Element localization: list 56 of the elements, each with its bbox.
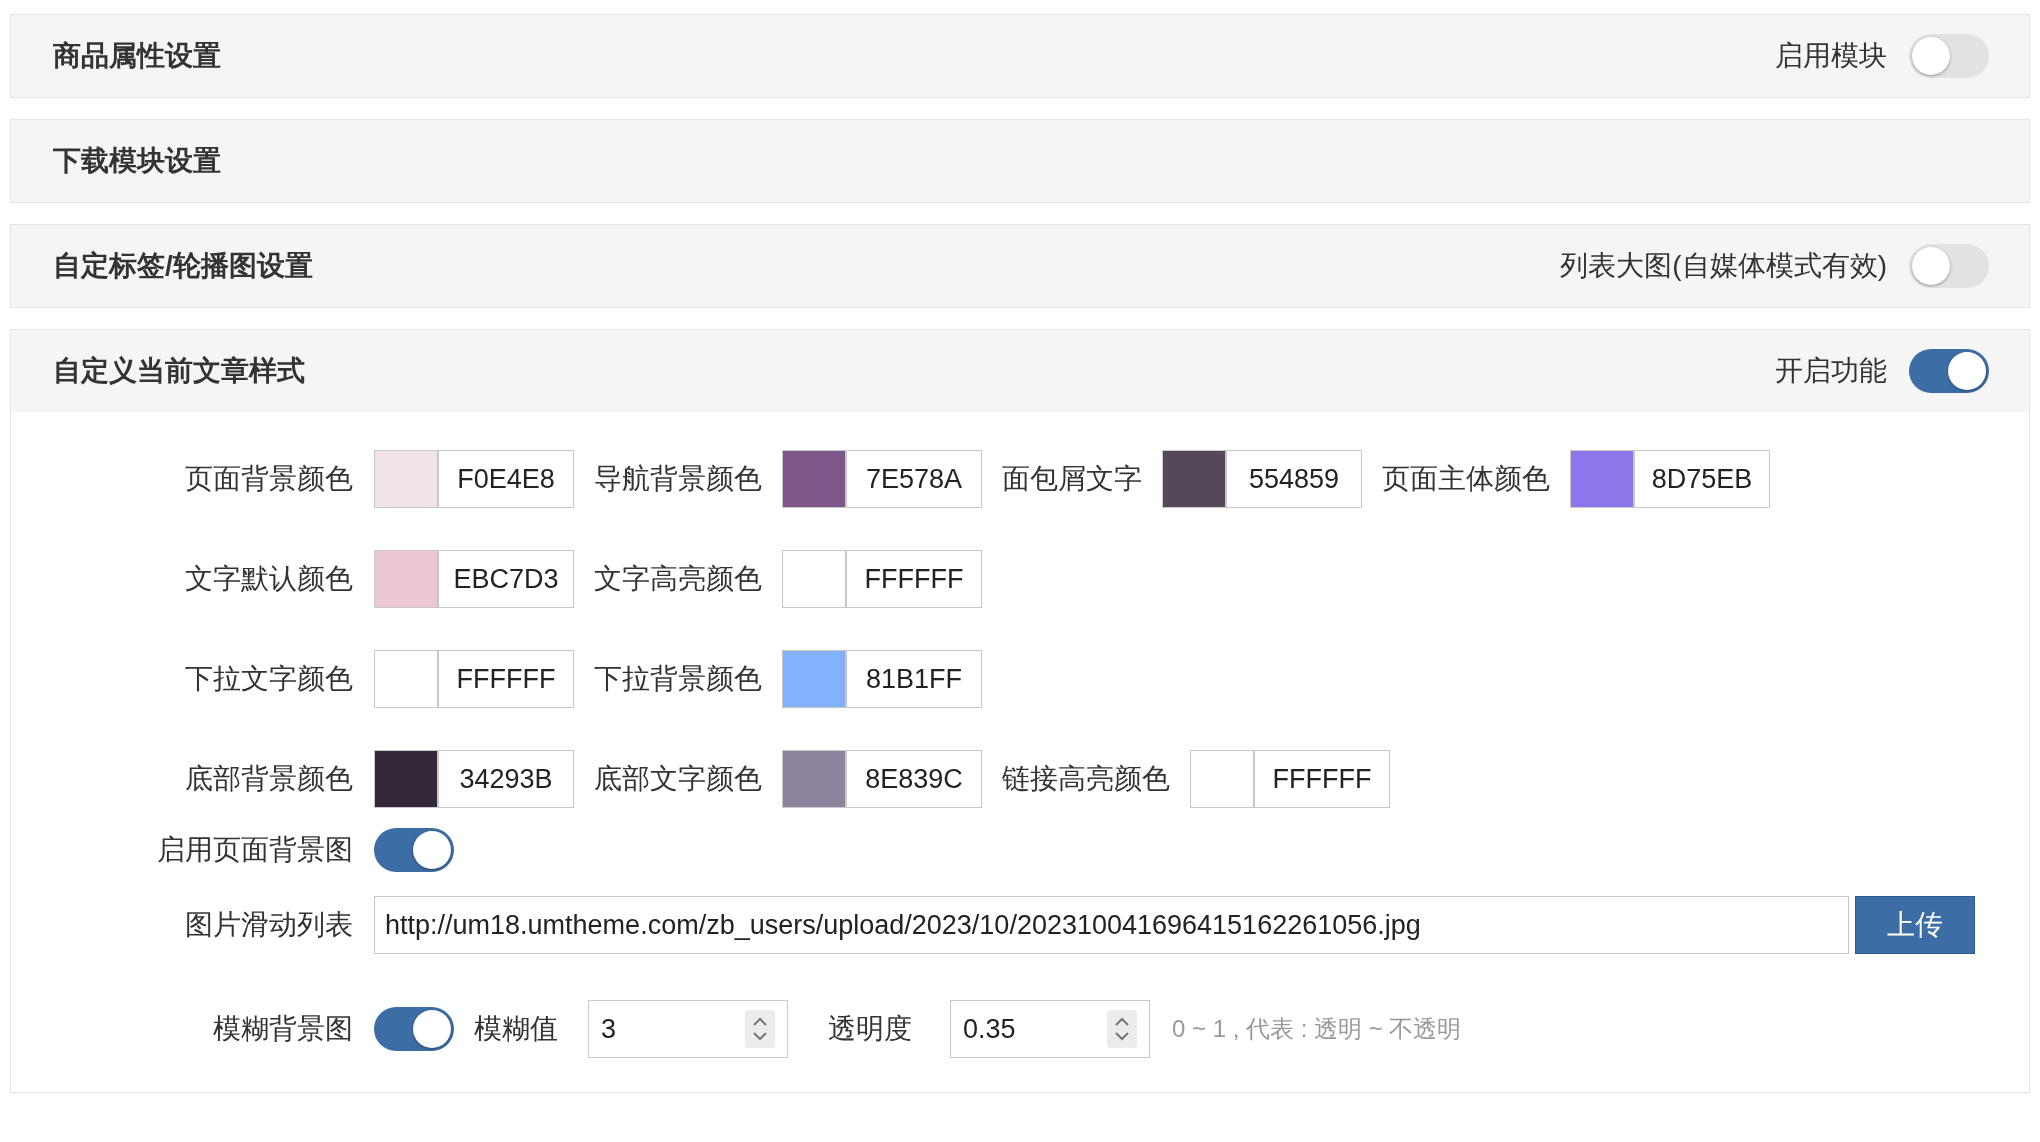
number-field[interactable]: 0.35 bbox=[950, 1000, 1150, 1058]
field-label: 页面主体颜色 bbox=[1382, 462, 1550, 496]
color-input[interactable]: 8D75EB bbox=[1570, 450, 1770, 508]
field-label: 下拉文字颜色 bbox=[184, 662, 353, 696]
field-label: 透明度 bbox=[828, 1012, 912, 1046]
field-label: 模糊背景图 bbox=[212, 1012, 353, 1046]
color-input[interactable]: EBC7D3 bbox=[374, 550, 574, 608]
color-input[interactable]: 7E578A bbox=[782, 450, 982, 508]
color-swatch[interactable] bbox=[375, 451, 439, 507]
field-label: 文字高亮颜色 bbox=[594, 562, 762, 596]
field-label: 图片滑动列表 bbox=[184, 908, 353, 942]
field-label: 底部文字颜色 bbox=[594, 762, 762, 796]
field-label: 文字默认颜色 bbox=[184, 562, 353, 596]
field-label: 链接高亮颜色 bbox=[1002, 762, 1170, 796]
color-swatch[interactable] bbox=[375, 551, 439, 607]
toggle-label: 启用模块 bbox=[1775, 39, 1887, 73]
color-input[interactable]: FFFFFF bbox=[374, 650, 574, 708]
toggle-switch[interactable] bbox=[374, 828, 454, 872]
field-label: 页面背景颜色 bbox=[184, 462, 353, 496]
number-field[interactable]: 3 bbox=[588, 1000, 788, 1058]
toggle-switch[interactable] bbox=[1909, 244, 1989, 288]
url-field[interactable]: http://um18.umtheme.com/zb_users/upload/2023/10/202310041696415162261056.jpg bbox=[374, 896, 1849, 954]
panel-title: 自定义当前文章样式 bbox=[53, 354, 305, 388]
panel-title: 商品属性设置 bbox=[53, 39, 221, 73]
field-label: 底部背景颜色 bbox=[184, 762, 353, 796]
color-input[interactable]: 554859 bbox=[1162, 450, 1362, 508]
color-swatch[interactable] bbox=[1571, 451, 1635, 507]
field-label: 导航背景颜色 bbox=[594, 462, 762, 496]
color-swatch[interactable] bbox=[375, 751, 439, 807]
color-input[interactable]: 8E839C bbox=[782, 750, 982, 808]
color-input[interactable]: FFFFFF bbox=[782, 550, 982, 608]
panel-title: 下载模块设置 bbox=[53, 144, 221, 178]
color-input[interactable]: 81B1FF bbox=[782, 650, 982, 708]
toggle-switch[interactable] bbox=[1909, 349, 1989, 393]
upload-button[interactable]: 上传 bbox=[1855, 896, 1975, 954]
panel-header[interactable]: 自定义当前文章样式 开启功能 bbox=[11, 330, 2029, 412]
color-swatch[interactable] bbox=[783, 451, 847, 507]
panel-header[interactable]: 下载模块设置 bbox=[11, 120, 2029, 202]
field-label: 模糊值 bbox=[474, 1012, 558, 1046]
color-swatch[interactable] bbox=[1163, 451, 1227, 507]
color-swatch[interactable] bbox=[783, 651, 847, 707]
color-input[interactable]: F0E4E8 bbox=[374, 450, 574, 508]
toggle-label: 开启功能 bbox=[1775, 354, 1887, 388]
hint-text: 0 ~ 1 , 代表 : 透明 ~ 不透明 bbox=[1172, 1014, 1462, 1044]
panel-header[interactable]: 自定标签/轮播图设置 列表大图(自媒体模式有效) bbox=[11, 225, 2029, 307]
field-label: 下拉背景颜色 bbox=[594, 662, 762, 696]
color-swatch[interactable] bbox=[783, 751, 847, 807]
panel-header[interactable]: 商品属性设置 启用模块 bbox=[11, 15, 2029, 97]
toggle-label: 列表大图(自媒体模式有效) bbox=[1560, 249, 1887, 283]
color-input[interactable]: 34293B bbox=[374, 750, 574, 808]
toggle-switch[interactable] bbox=[374, 1007, 454, 1051]
color-input[interactable]: FFFFFF bbox=[1190, 750, 1390, 808]
field-label: 面包屑文字 bbox=[1002, 462, 1142, 496]
panel-title: 自定标签/轮播图设置 bbox=[53, 249, 313, 283]
field-label: 启用页面背景图 bbox=[156, 833, 353, 867]
toggle-switch[interactable] bbox=[1909, 34, 1989, 78]
